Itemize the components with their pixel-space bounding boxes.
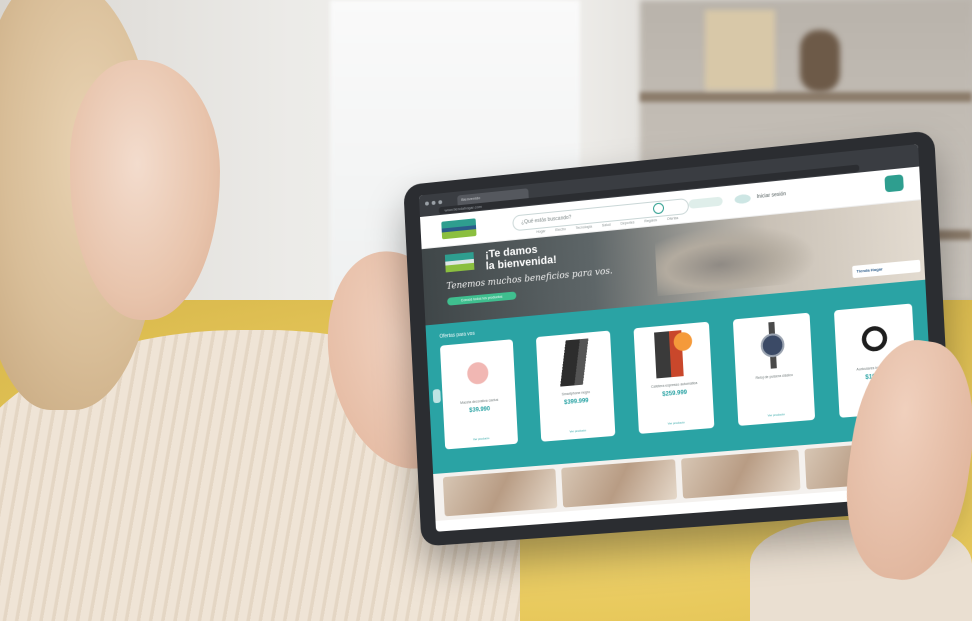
carousel-prev-button[interactable]	[432, 388, 441, 404]
product-name: Cafetera espresso automática	[650, 380, 698, 389]
hero-photo	[654, 216, 819, 297]
watch-icon	[746, 319, 800, 371]
product-name: Smartphone negro	[561, 390, 591, 397]
nav-item[interactable]: Deportes	[620, 220, 634, 225]
cart-icon[interactable]	[884, 174, 904, 193]
nav-item[interactable]: Tecnología	[576, 225, 593, 231]
product-card[interactable]: Maceta decorativa cactus $39.990 Ver pro…	[439, 339, 519, 450]
product-name: Reloj de pulsera clásico	[755, 372, 794, 381]
promo-banner[interactable]	[442, 468, 557, 517]
product-link[interactable]: Ver producto	[473, 436, 490, 441]
product-price: $39.990	[469, 406, 491, 415]
product-link[interactable]: Ver producto	[569, 428, 586, 433]
product-card[interactable]: Smartphone negro $399.999 Ver producto	[535, 330, 616, 442]
hero-cta-button[interactable]: Conocé todos los productos	[447, 291, 517, 306]
product-price: $399.999	[563, 398, 589, 407]
hero-badge[interactable]: Tienda Hogar	[852, 259, 921, 279]
phone-icon	[548, 337, 600, 388]
store-logo[interactable]	[441, 218, 477, 240]
login-link[interactable]: Iniciar sesión	[757, 191, 787, 200]
nav-item[interactable]: Ofertas	[667, 216, 679, 221]
window-controls[interactable]	[424, 200, 443, 206]
product-card[interactable]: Reloj de pulsera clásico Ver producto	[732, 312, 816, 426]
product-link[interactable]: Ver producto	[668, 420, 685, 425]
picture-frame	[705, 10, 775, 90]
vase	[800, 30, 840, 92]
hero-logo	[444, 252, 475, 273]
shelf-board-top	[640, 92, 972, 102]
product-link[interactable]: Ver producto	[768, 412, 785, 417]
product-carousel: Maceta decorativa cactus $39.990 Ver pro…	[439, 303, 918, 450]
hero-title: ¡Te damos la bienvenida!	[485, 242, 557, 273]
nav-item[interactable]: Hogar	[536, 229, 545, 234]
header-promo-pill[interactable]	[688, 196, 723, 209]
coffee-maker-icon	[646, 328, 699, 380]
cactus-icon	[452, 346, 503, 396]
photo-scene: Bienvenido www.tiendahogar.com ¿Qué está…	[0, 0, 972, 621]
promo-banner[interactable]	[681, 449, 801, 499]
hero-subtitle: Tenemos muchos beneficios para vos.	[446, 266, 613, 293]
nav-item[interactable]: Salud	[602, 223, 611, 228]
product-card[interactable]: Cafetera espresso automática $259.999 Ve…	[633, 321, 715, 434]
promo-banner[interactable]	[560, 459, 678, 508]
product-name: Maceta decorativa cactus	[460, 397, 499, 405]
user-icon[interactable]	[734, 193, 751, 205]
product-price: $259.999	[662, 389, 688, 398]
nav-item[interactable]: Regalos	[644, 218, 657, 223]
nav-item[interactable]: Electro	[555, 227, 566, 232]
